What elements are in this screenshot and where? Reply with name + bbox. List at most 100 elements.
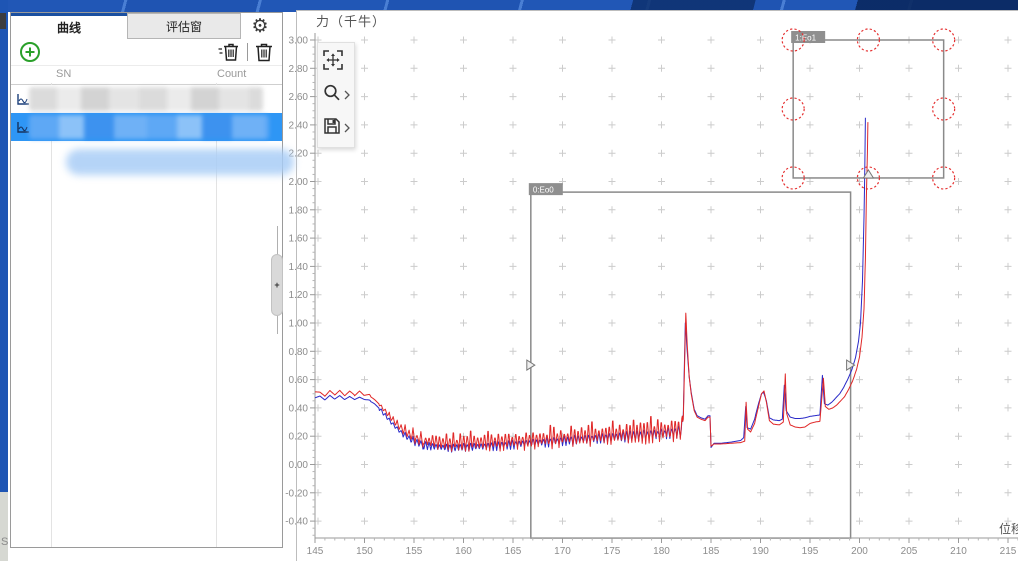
tab-curve[interactable]: 曲线 bbox=[11, 13, 127, 39]
grid-plus bbox=[361, 206, 368, 213]
grid-plus bbox=[658, 150, 665, 157]
grid-plus bbox=[460, 178, 467, 185]
grid-plus bbox=[609, 348, 616, 355]
grid-plus bbox=[955, 37, 962, 44]
grid-plus bbox=[1005, 178, 1012, 185]
grid-plus bbox=[361, 320, 368, 327]
grid-plus bbox=[658, 93, 665, 100]
grid-plus bbox=[609, 489, 616, 496]
grid-plus bbox=[708, 235, 715, 242]
column-divider bbox=[51, 83, 52, 547]
grid-plus bbox=[510, 376, 517, 383]
grid-plus bbox=[559, 263, 566, 270]
grid-plus bbox=[708, 150, 715, 157]
x-tick-label: 165 bbox=[505, 546, 522, 557]
grid-plus bbox=[411, 65, 418, 72]
grid-plus bbox=[510, 235, 517, 242]
grid-plus bbox=[609, 121, 616, 128]
grid-plus bbox=[1005, 404, 1012, 411]
grid-plus bbox=[510, 320, 517, 327]
curve-icon bbox=[16, 120, 30, 134]
grid-plus bbox=[510, 150, 517, 157]
curve-list-item-selected[interactable] bbox=[11, 113, 282, 141]
grid-plus bbox=[708, 348, 715, 355]
redacted-curve-name bbox=[29, 87, 263, 111]
grid-plus bbox=[807, 121, 814, 128]
grid-plus bbox=[315, 518, 322, 525]
grid-plus bbox=[460, 121, 467, 128]
grid-plus bbox=[315, 320, 322, 327]
grid-plus bbox=[559, 376, 566, 383]
delete-sweep-button[interactable] bbox=[217, 41, 241, 63]
grid-plus bbox=[1005, 433, 1012, 440]
grid-plus bbox=[955, 263, 962, 270]
evaluation-window-rect[interactable] bbox=[793, 40, 943, 178]
grid-plus bbox=[609, 150, 616, 157]
grid-plus bbox=[361, 150, 368, 157]
grid-plus bbox=[1005, 150, 1012, 157]
grid-plus bbox=[559, 37, 566, 44]
grid-plus bbox=[757, 433, 764, 440]
grid-plus bbox=[757, 178, 764, 185]
grid-plus bbox=[807, 206, 814, 213]
grid-plus bbox=[708, 121, 715, 128]
grid-plus bbox=[361, 404, 368, 411]
add-curve-button[interactable] bbox=[19, 41, 41, 63]
curve-list-item[interactable] bbox=[11, 85, 282, 113]
grid-plus bbox=[955, 121, 962, 128]
grid-plus bbox=[906, 121, 913, 128]
x-tick-label: 210 bbox=[950, 546, 967, 557]
grid-plus bbox=[411, 93, 418, 100]
grid-plus bbox=[559, 65, 566, 72]
curve-blue bbox=[315, 118, 865, 452]
grid-plus bbox=[906, 93, 913, 100]
grid-plus bbox=[460, 518, 467, 525]
grid-plus bbox=[609, 65, 616, 72]
settings-gear-icon[interactable]: ⚙ bbox=[248, 14, 272, 38]
y-tick-label: 3.00 bbox=[289, 36, 309, 47]
grid-plus bbox=[757, 489, 764, 496]
grid-plus bbox=[1005, 121, 1012, 128]
grid-plus bbox=[708, 263, 715, 270]
tab-evaluation-window[interactable]: 评估窗 bbox=[127, 13, 241, 39]
grid-plus bbox=[315, 433, 322, 440]
evaluation-window-rect[interactable] bbox=[531, 192, 851, 538]
zoom-button[interactable] bbox=[318, 83, 350, 108]
grid-plus bbox=[559, 518, 566, 525]
grid-plus bbox=[906, 404, 913, 411]
grid-plus bbox=[856, 65, 863, 72]
grid-plus bbox=[955, 320, 962, 327]
grid-plus bbox=[955, 65, 962, 72]
grid-plus bbox=[460, 348, 467, 355]
grid-plus bbox=[411, 178, 418, 185]
grid-plus bbox=[1005, 65, 1012, 72]
grid-plus bbox=[510, 65, 517, 72]
panel-splitter-handle[interactable]: + bbox=[271, 254, 283, 316]
grid-plus bbox=[757, 518, 764, 525]
fit-view-button[interactable] bbox=[318, 49, 344, 76]
y-axis-title: 力（千牛） bbox=[316, 11, 386, 30]
grid-plus bbox=[906, 263, 913, 270]
grid-plus bbox=[856, 461, 863, 468]
grid-plus bbox=[1005, 263, 1012, 270]
x-tick-label: 150 bbox=[356, 546, 373, 557]
grid-plus bbox=[1005, 235, 1012, 242]
grid-plus bbox=[856, 376, 863, 383]
delete-curve-button[interactable] bbox=[253, 41, 275, 63]
save-button[interactable] bbox=[318, 116, 350, 141]
grid-plus bbox=[856, 518, 863, 525]
grid-plus bbox=[411, 150, 418, 157]
grid-plus bbox=[361, 348, 368, 355]
column-header-sn: SN bbox=[56, 68, 71, 80]
grid-plus bbox=[1005, 93, 1012, 100]
y-tick-label: 1.00 bbox=[289, 319, 309, 330]
grid-plus bbox=[906, 376, 913, 383]
grid-plus bbox=[658, 489, 665, 496]
grid-plus bbox=[559, 206, 566, 213]
grid-plus bbox=[856, 433, 863, 440]
redacted-curve-name bbox=[29, 115, 269, 139]
x-axis-title: 位移 bbox=[999, 520, 1018, 537]
y-tick-label: 2.40 bbox=[289, 120, 309, 131]
grid-plus bbox=[955, 150, 962, 157]
column-header-count: Count bbox=[217, 68, 246, 80]
